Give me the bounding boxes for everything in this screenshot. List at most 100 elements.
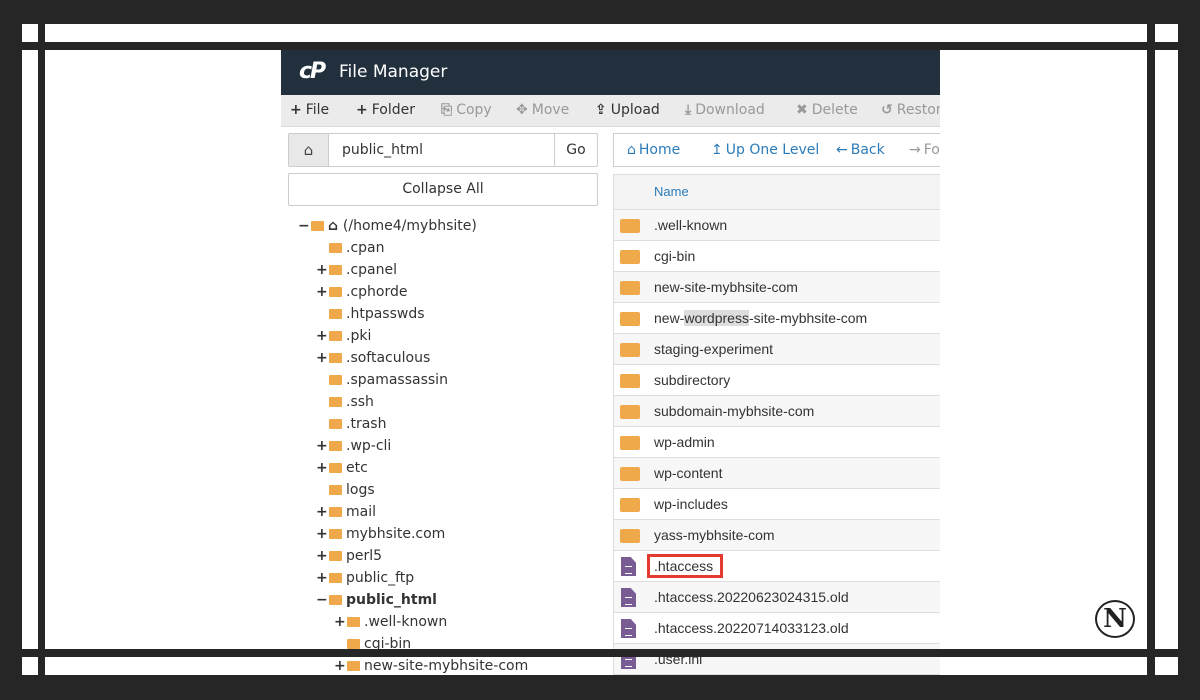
file-row[interactable]: wp-includes bbox=[614, 489, 940, 520]
folder-icon bbox=[329, 441, 342, 451]
folder-icon bbox=[329, 309, 342, 319]
collapse-icon[interactable]: − bbox=[316, 589, 329, 611]
expand-icon[interactable]: + bbox=[316, 325, 329, 347]
folder-icon bbox=[329, 485, 342, 495]
move-icon: ✥ bbox=[516, 102, 528, 118]
expand-icon[interactable]: + bbox=[316, 435, 329, 457]
nav-forward-button[interactable]: →Forward bbox=[909, 142, 940, 158]
expand-icon[interactable]: + bbox=[316, 347, 329, 369]
toolbar-label: Upload bbox=[610, 102, 660, 118]
toolbar-copy-button[interactable]: ⎘ Copy bbox=[441, 102, 492, 118]
tree-item[interactable]: + .wp-cli bbox=[316, 435, 391, 457]
toolbar-file-button[interactable]: + File bbox=[290, 102, 329, 118]
tree-item[interactable]: + public_ftp bbox=[316, 567, 414, 589]
expand-icon[interactable]: + bbox=[334, 611, 347, 633]
file-row[interactable]: wp-admin bbox=[614, 427, 940, 458]
go-button[interactable]: Go bbox=[554, 134, 597, 166]
tree-item[interactable]: + .pki bbox=[316, 325, 371, 347]
tree-item[interactable]: .ssh bbox=[316, 391, 374, 413]
frame-line-right bbox=[1147, 24, 1155, 675]
toolbar-label: Move bbox=[531, 102, 570, 118]
nav-label: Up One Level bbox=[725, 142, 820, 158]
file-name: subdirectory bbox=[654, 372, 731, 388]
tree-item[interactable]: + etc bbox=[316, 457, 368, 479]
toolbar-delete-button[interactable]: ✖ Delete bbox=[796, 102, 858, 118]
file-row[interactable]: new-wordpress-site-mybhsite-com bbox=[614, 303, 940, 334]
tree-item-label: .cpanel bbox=[346, 262, 397, 278]
download-icon: ⤓ bbox=[685, 102, 692, 118]
toolbar-upload-button[interactable]: ⇪ Upload bbox=[595, 102, 660, 118]
app-title: File Manager bbox=[339, 62, 448, 82]
tree-item[interactable]: + .well-known bbox=[334, 611, 447, 633]
expand-icon[interactable]: + bbox=[316, 457, 329, 479]
folder-icon bbox=[620, 312, 640, 326]
nav-up-one-level-button[interactable]: ↥ Up One Level bbox=[711, 142, 819, 158]
tree-item[interactable]: .spamassassin bbox=[316, 369, 448, 391]
tree-item[interactable]: + .softaculous bbox=[316, 347, 430, 369]
tree-item[interactable]: + .cphorde bbox=[316, 281, 407, 303]
collapse-icon[interactable]: − bbox=[298, 215, 311, 237]
toolbar-folder-button[interactable]: + Folder bbox=[356, 102, 415, 118]
toolbar-label: Folder bbox=[371, 102, 415, 118]
folder-icon bbox=[329, 265, 342, 275]
toolbar-restore-button[interactable]: ↺Restore bbox=[881, 102, 940, 118]
toolbar-label: Copy bbox=[456, 102, 492, 118]
nav-back-button[interactable]: ← Back bbox=[836, 142, 885, 158]
tree-item[interactable]: + mybhsite.com bbox=[316, 523, 445, 545]
upload-icon: ⇪ bbox=[595, 102, 607, 118]
tree-item[interactable]: .htpasswds bbox=[316, 303, 425, 325]
tree-item[interactable]: .cpan bbox=[316, 237, 385, 259]
folder-icon bbox=[329, 287, 342, 297]
file-name: .htaccess.20220714033123.old bbox=[654, 620, 849, 636]
file-row[interactable]: yass-mybhsite-com bbox=[614, 520, 940, 551]
nav-label: Back bbox=[850, 142, 885, 158]
toolbar-move-button[interactable]: ✥ Move bbox=[516, 102, 569, 118]
folder-icon bbox=[620, 405, 640, 419]
expand-icon[interactable]: + bbox=[316, 545, 329, 567]
frame-line-left bbox=[38, 24, 45, 675]
tree-item[interactable]: − public_html bbox=[316, 589, 437, 611]
tree-item-label: .spamassassin bbox=[346, 372, 448, 388]
navigation-bar: ⌂Home ↥Up One Level ←Back →Forward bbox=[613, 133, 940, 167]
tree-item[interactable]: + mail bbox=[316, 501, 376, 523]
expand-icon[interactable]: + bbox=[316, 259, 329, 281]
folder-icon bbox=[329, 551, 342, 561]
folder-icon bbox=[329, 375, 342, 385]
tree-item[interactable]: + .cpanel bbox=[316, 259, 397, 281]
file-row[interactable]: subdomain-mybhsite-com bbox=[614, 396, 940, 427]
folder-open-icon bbox=[311, 221, 324, 231]
tree-item[interactable]: logs bbox=[316, 479, 375, 501]
folder-icon bbox=[620, 281, 640, 295]
file-row[interactable]: wp-content bbox=[614, 458, 940, 489]
app-header: cP File Manager bbox=[281, 43, 940, 95]
expand-icon[interactable]: + bbox=[316, 523, 329, 545]
expand-icon[interactable]: + bbox=[316, 281, 329, 303]
tree-item[interactable]: .trash bbox=[316, 413, 386, 435]
file-row[interactable]: cgi-bin bbox=[614, 241, 940, 272]
file-name: wp-includes bbox=[654, 496, 728, 512]
expand-icon[interactable]: + bbox=[316, 567, 329, 589]
file-row[interactable]: subdirectory bbox=[614, 365, 940, 396]
tree-item[interactable]: − ⌂ (/home4/mybhsite) bbox=[298, 215, 477, 237]
column-header-name[interactable]: Name bbox=[614, 175, 940, 210]
file-row[interactable]: .well-known bbox=[614, 210, 940, 241]
home-path-button[interactable]: ⌂ bbox=[289, 134, 329, 166]
collapse-all-button[interactable]: Collapse All bbox=[288, 173, 598, 206]
tree-item[interactable]: + new-site-mybhsite-com bbox=[334, 655, 528, 675]
file-row[interactable]: .htaccess bbox=[614, 551, 940, 582]
expand-icon[interactable]: + bbox=[316, 501, 329, 523]
nav-home-button[interactable]: ⌂ Home bbox=[627, 142, 680, 158]
folder-icon bbox=[329, 529, 342, 539]
folder-open-icon bbox=[329, 595, 342, 605]
file-row[interactable]: .htaccess.20220623024315.old bbox=[614, 582, 940, 613]
expand-icon[interactable]: + bbox=[334, 655, 347, 675]
file-name: cgi-bin bbox=[654, 248, 696, 264]
file-row[interactable]: staging-experiment bbox=[614, 334, 940, 365]
file-row[interactable]: .htaccess.20220714033123.old bbox=[614, 613, 940, 644]
file-row[interactable]: new-site-mybhsite-com bbox=[614, 272, 940, 303]
toolbar-label: Download bbox=[695, 102, 765, 118]
path-input[interactable] bbox=[330, 134, 554, 166]
tree-item[interactable]: + perl5 bbox=[316, 545, 382, 567]
tree-item-label: public_ftp bbox=[346, 570, 415, 586]
toolbar-download-button[interactable]: ⤓ Download bbox=[685, 102, 765, 118]
